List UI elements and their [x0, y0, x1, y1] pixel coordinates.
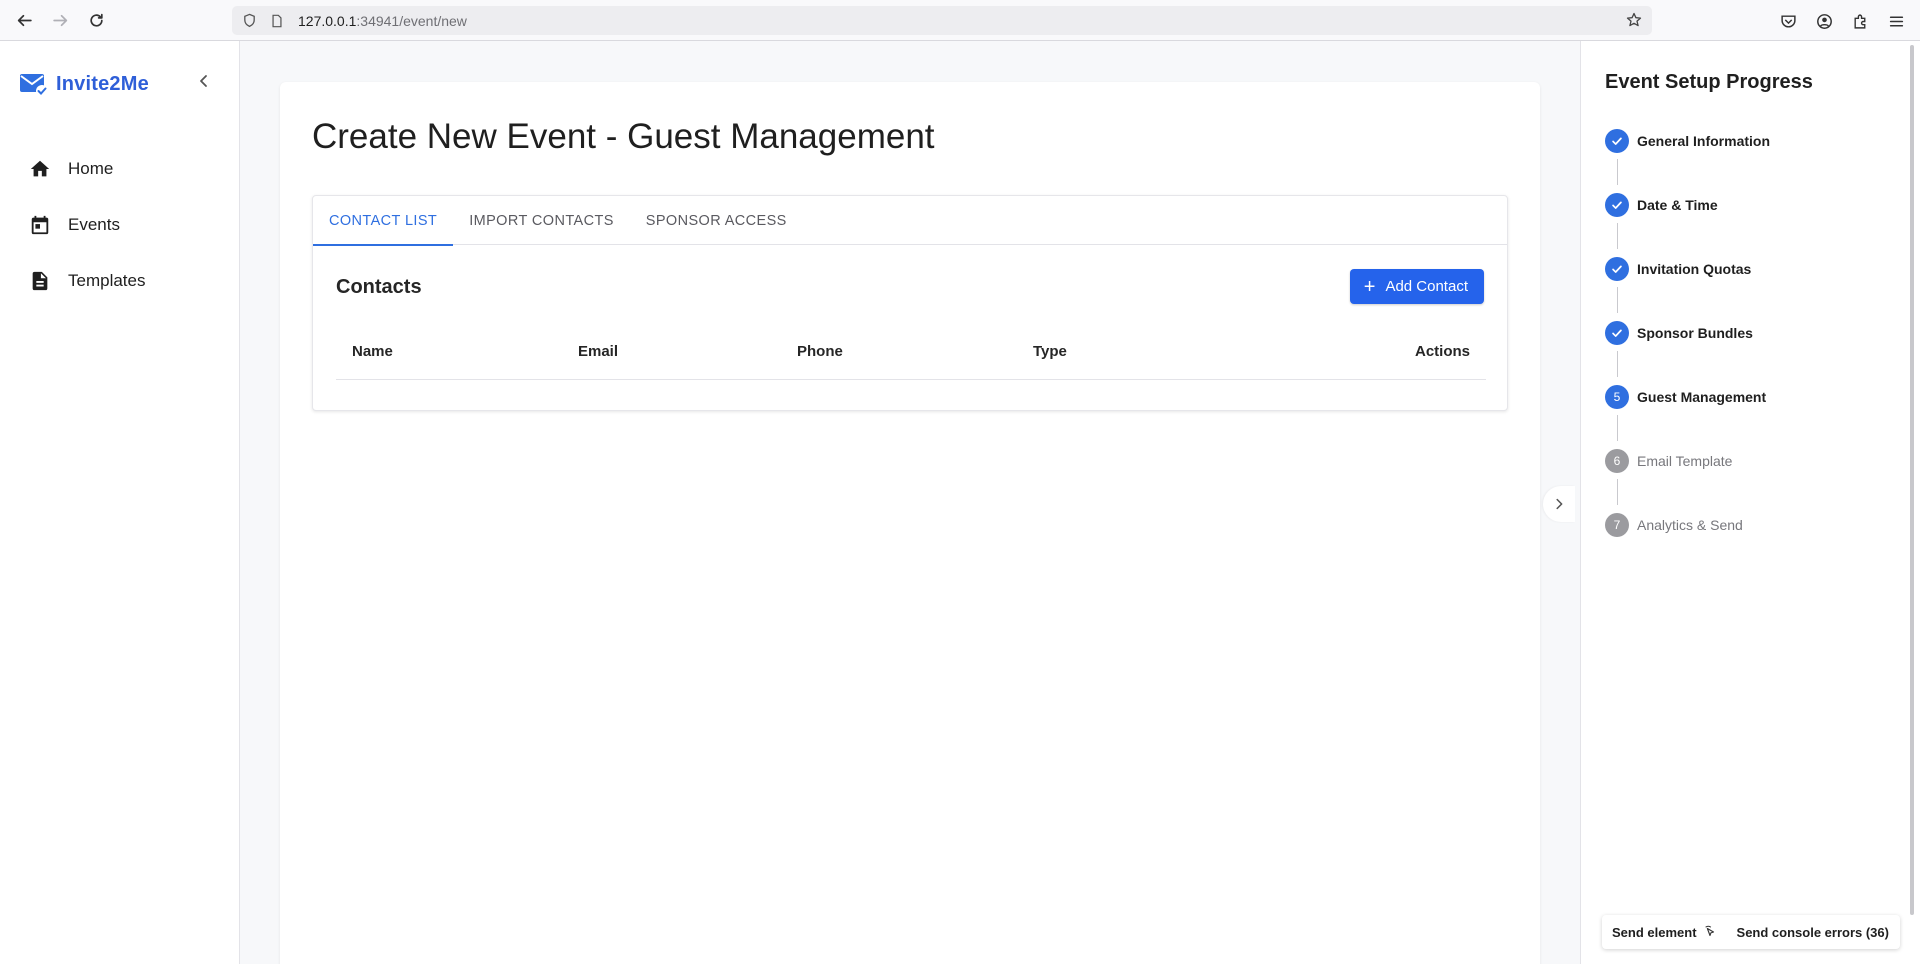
- sidebar-nav: Home Events Templates: [0, 141, 239, 309]
- sidebar-item-home[interactable]: Home: [0, 141, 239, 197]
- page-title: Create New Event - Guest Management: [312, 117, 935, 156]
- send-console-errors-label: Send console errors (36): [1736, 924, 1889, 940]
- url-host: 127.0.0.1: [298, 12, 357, 29]
- shield-icon[interactable]: [242, 13, 258, 29]
- column-header-type[interactable]: Type: [1033, 343, 1067, 360]
- step-general-information[interactable]: General Information: [1605, 129, 1770, 153]
- contacts-heading: Contacts: [336, 276, 422, 298]
- step-label: Sponsor Bundles: [1637, 325, 1753, 341]
- check-icon: [1605, 321, 1629, 345]
- sidebar-item-events[interactable]: Events: [0, 197, 239, 253]
- address-bar[interactable]: 127.0.0.1:34941/event/new: [232, 6, 1652, 35]
- step-number: 5: [1605, 385, 1629, 409]
- step-label: Analytics & Send: [1637, 517, 1743, 533]
- bookmark-star-icon[interactable]: [1626, 12, 1642, 31]
- contacts-table-header: Name Email Phone Type Actions: [336, 324, 1486, 380]
- sidebar-item-label: Home: [68, 159, 114, 178]
- step-number: 6: [1605, 449, 1629, 473]
- step-email-template[interactable]: 6 Email Template: [1605, 449, 1732, 473]
- account-icon[interactable]: [1806, 3, 1842, 39]
- calendar-icon: [28, 213, 52, 237]
- sidebar-item-templates[interactable]: Templates: [0, 253, 239, 309]
- reload-icon[interactable]: [78, 2, 114, 38]
- extensions-icon[interactable]: [1842, 3, 1878, 39]
- brand[interactable]: Invite2Me: [18, 69, 149, 99]
- content-paper: Create New Event - Guest Management CONT…: [280, 82, 1540, 964]
- step-analytics-send[interactable]: 7 Analytics & Send: [1605, 513, 1743, 537]
- url-path: :34941/event/new: [356, 12, 467, 29]
- check-icon: [1605, 257, 1629, 281]
- send-console-errors-button[interactable]: Send console errors (36): [1727, 925, 1899, 940]
- step-sponsor-bundles[interactable]: Sponsor Bundles: [1605, 321, 1753, 345]
- brand-name: Invite2Me: [56, 72, 149, 95]
- step-connector: [1617, 159, 1618, 185]
- step-label: Email Template: [1637, 453, 1733, 469]
- main-content: Create New Event - Guest Management CONT…: [240, 41, 1580, 964]
- cursor-click-icon: [1703, 925, 1717, 939]
- send-element-button[interactable]: Send element: [1602, 925, 1727, 940]
- sidebar: Invite2Me Home Events Templates: [0, 41, 240, 964]
- home-icon: [28, 157, 52, 181]
- page-icon[interactable]: [270, 13, 286, 29]
- sidebar-item-label: Events: [68, 215, 120, 234]
- step-connector: [1617, 351, 1618, 377]
- column-header-actions: Actions: [1414, 343, 1470, 360]
- step-label: Guest Management: [1637, 389, 1767, 405]
- browser-toolbar: 127.0.0.1:34941/event/new: [0, 0, 1920, 41]
- send-element-label: Send element: [1612, 924, 1697, 940]
- menu-icon[interactable]: [1878, 3, 1914, 39]
- check-icon: [1605, 193, 1629, 217]
- tab-import-contacts[interactable]: IMPORT CONTACTS: [453, 196, 630, 245]
- progress-title: Event Setup Progress: [1605, 71, 1813, 93]
- step-label: Invitation Quotas: [1637, 261, 1752, 277]
- tab-bar: CONTACT LIST IMPORT CONTACTS SPONSOR ACC…: [313, 196, 1507, 246]
- dev-toolbar: Send element Send console errors (36): [1602, 915, 1900, 949]
- tab-contact-list[interactable]: CONTACT LIST: [313, 196, 454, 246]
- check-icon: [1605, 129, 1629, 153]
- step-number: 7: [1605, 513, 1629, 537]
- step-connector: [1617, 479, 1618, 505]
- collapse-sidebar-chevron-icon[interactable]: [192, 69, 216, 93]
- guest-management-card: CONTACT LIST IMPORT CONTACTS SPONSOR ACC…: [312, 195, 1508, 411]
- step-label: Date & Time: [1637, 197, 1718, 213]
- document-icon: [28, 269, 52, 293]
- step-guest-management[interactable]: 5 Guest Management: [1605, 385, 1766, 409]
- scrollbar[interactable]: [1910, 45, 1914, 915]
- pocket-icon[interactable]: [1770, 3, 1806, 39]
- step-connector: [1617, 415, 1618, 441]
- step-label: General Information: [1637, 133, 1771, 149]
- step-invitation-quotas[interactable]: Invitation Quotas: [1605, 257, 1751, 281]
- back-icon[interactable]: [6, 2, 42, 38]
- sidebar-item-label: Templates: [68, 271, 146, 290]
- forward-icon[interactable]: [42, 2, 78, 38]
- column-header-name[interactable]: Name: [352, 343, 393, 360]
- step-date-time[interactable]: Date & Time: [1605, 193, 1718, 217]
- tab-sponsor-access[interactable]: SPONSOR ACCESS: [630, 196, 803, 245]
- step-connector: [1617, 287, 1618, 313]
- expand-panel-chevron-icon[interactable]: [1543, 486, 1575, 522]
- plus-icon: +: [1363, 275, 1376, 298]
- column-header-phone[interactable]: Phone: [797, 343, 843, 360]
- add-contact-button[interactable]: + Add Contact: [1349, 269, 1484, 304]
- mail-check-logo-icon: [18, 69, 48, 99]
- add-contact-label: Add Contact: [1385, 278, 1468, 295]
- column-header-email[interactable]: Email: [578, 343, 618, 360]
- step-connector: [1617, 223, 1618, 249]
- setup-progress-panel: Event Setup Progress General Information…: [1580, 41, 1914, 964]
